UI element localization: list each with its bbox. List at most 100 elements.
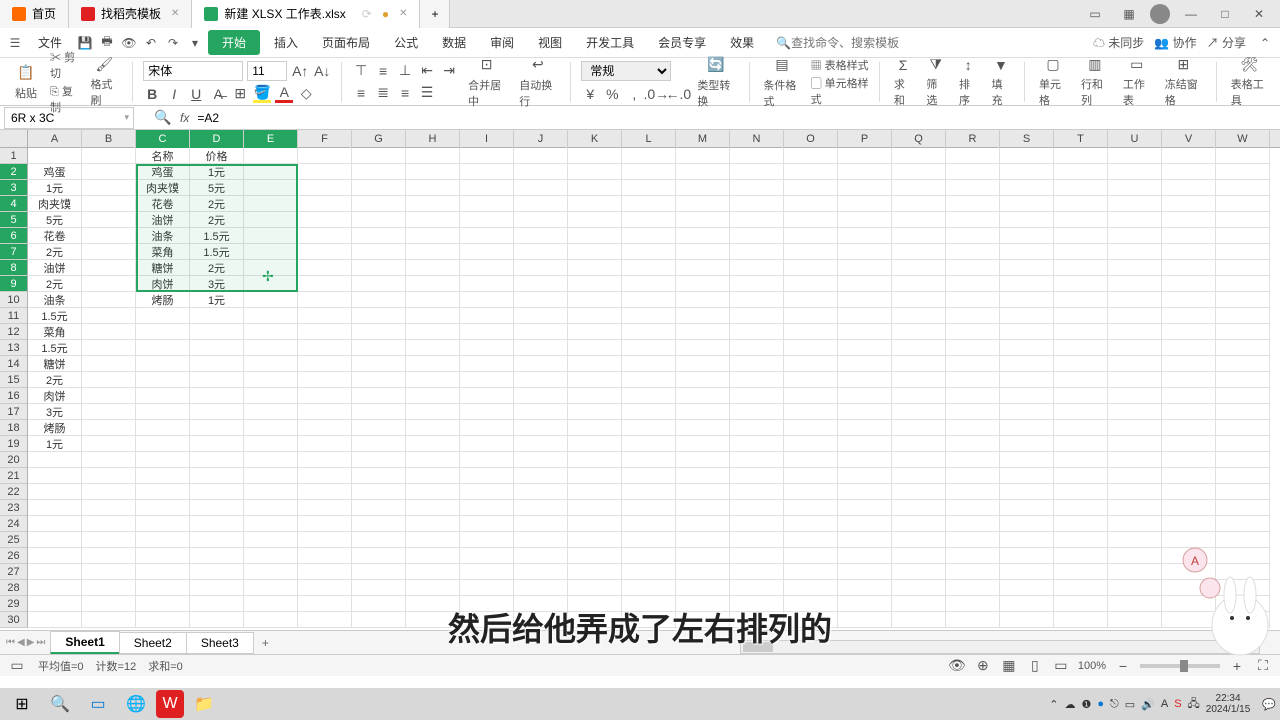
- cell[interactable]: [136, 500, 190, 516]
- row-header-4[interactable]: 4: [0, 196, 28, 212]
- cell[interactable]: [190, 612, 244, 628]
- cell[interactable]: [244, 180, 298, 196]
- preview-icon[interactable]: 👁: [120, 34, 138, 52]
- cell[interactable]: 肉夹馍: [28, 196, 82, 212]
- cell[interactable]: [1054, 308, 1108, 324]
- cell[interactable]: [730, 180, 784, 196]
- cell[interactable]: [190, 308, 244, 324]
- cell[interactable]: [946, 484, 1000, 500]
- cell[interactable]: [298, 388, 352, 404]
- merge-button[interactable]: ⊡ 合并居中: [464, 55, 509, 109]
- first-sheet-icon[interactable]: ⏮: [6, 637, 15, 648]
- dec-dec-icon[interactable]: ←.0: [669, 85, 687, 103]
- cell[interactable]: [460, 388, 514, 404]
- row-header-18[interactable]: 18: [0, 420, 28, 436]
- cell[interactable]: [568, 276, 622, 292]
- row-header-28[interactable]: 28: [0, 580, 28, 596]
- cell[interactable]: [946, 340, 1000, 356]
- cell[interactable]: [1162, 228, 1216, 244]
- fullscreen-icon[interactable]: ⛶: [1254, 657, 1272, 675]
- cell[interactable]: 油饼: [136, 212, 190, 228]
- cell[interactable]: [622, 500, 676, 516]
- underline-button[interactable]: U: [187, 85, 205, 103]
- cell[interactable]: [460, 244, 514, 260]
- cell[interactable]: [838, 292, 892, 308]
- cell[interactable]: [784, 548, 838, 564]
- tray-icon[interactable]: ⎋: [1110, 698, 1119, 711]
- cell[interactable]: [190, 420, 244, 436]
- cell[interactable]: [352, 404, 406, 420]
- cell[interactable]: [1000, 148, 1054, 164]
- cell[interactable]: 2元: [190, 212, 244, 228]
- cell[interactable]: [244, 388, 298, 404]
- cell[interactable]: [946, 468, 1000, 484]
- cell[interactable]: [676, 260, 730, 276]
- cell[interactable]: [622, 564, 676, 580]
- cell[interactable]: [1054, 372, 1108, 388]
- cell[interactable]: [514, 532, 568, 548]
- cell[interactable]: [352, 164, 406, 180]
- cell[interactable]: [622, 484, 676, 500]
- col-header-H[interactable]: H: [406, 130, 460, 148]
- cell[interactable]: [1000, 468, 1054, 484]
- row-header-20[interactable]: 20: [0, 452, 28, 468]
- cell[interactable]: [1108, 148, 1162, 164]
- cell[interactable]: 油饼: [28, 260, 82, 276]
- cell[interactable]: [136, 596, 190, 612]
- align-top-icon[interactable]: ⊤: [352, 62, 370, 80]
- cell[interactable]: [622, 356, 676, 372]
- cell[interactable]: [838, 580, 892, 596]
- cell[interactable]: [676, 580, 730, 596]
- cell[interactable]: [1054, 164, 1108, 180]
- cell[interactable]: [784, 516, 838, 532]
- cell[interactable]: [676, 196, 730, 212]
- cell[interactable]: [730, 244, 784, 260]
- cell[interactable]: [730, 436, 784, 452]
- tray-icon[interactable]: S: [1174, 698, 1181, 710]
- sheet-button[interactable]: ▭工作表: [1119, 56, 1155, 108]
- close-button[interactable]: ✕: [1246, 4, 1272, 24]
- cell[interactable]: [1054, 436, 1108, 452]
- cell[interactable]: [82, 612, 136, 628]
- cell[interactable]: [406, 308, 460, 324]
- cell[interactable]: [514, 436, 568, 452]
- cell[interactable]: [946, 228, 1000, 244]
- cell[interactable]: [82, 516, 136, 532]
- cell[interactable]: [514, 228, 568, 244]
- paste-icon[interactable]: 📋: [12, 63, 40, 83]
- cell[interactable]: [568, 500, 622, 516]
- cell[interactable]: [622, 468, 676, 484]
- cell[interactable]: [514, 404, 568, 420]
- col-header-V[interactable]: V: [1162, 130, 1216, 148]
- cell[interactable]: [892, 324, 946, 340]
- cell[interactable]: [190, 500, 244, 516]
- cell[interactable]: [946, 164, 1000, 180]
- cell[interactable]: [514, 500, 568, 516]
- cell[interactable]: [730, 260, 784, 276]
- cell[interactable]: [568, 180, 622, 196]
- cell[interactable]: [190, 532, 244, 548]
- cell[interactable]: 鸡蛋: [136, 164, 190, 180]
- cell[interactable]: [1000, 516, 1054, 532]
- cell[interactable]: [82, 196, 136, 212]
- cell[interactable]: [136, 612, 190, 628]
- cell[interactable]: [1054, 276, 1108, 292]
- cell[interactable]: [190, 388, 244, 404]
- cell[interactable]: [1000, 260, 1054, 276]
- cell[interactable]: [460, 196, 514, 212]
- avatar[interactable]: [1150, 4, 1170, 24]
- cell[interactable]: [892, 500, 946, 516]
- cell[interactable]: [784, 164, 838, 180]
- cell[interactable]: [946, 324, 1000, 340]
- view-normal-icon[interactable]: ▦: [1000, 657, 1018, 675]
- cell[interactable]: [676, 372, 730, 388]
- cell[interactable]: [730, 356, 784, 372]
- cell[interactable]: [892, 404, 946, 420]
- cell[interactable]: [136, 372, 190, 388]
- cell[interactable]: [676, 388, 730, 404]
- cell[interactable]: [622, 420, 676, 436]
- cell[interactable]: [514, 260, 568, 276]
- cell[interactable]: 2元: [28, 276, 82, 292]
- sheet-tab-3[interactable]: Sheet3: [186, 632, 254, 654]
- cell[interactable]: 1元: [190, 292, 244, 308]
